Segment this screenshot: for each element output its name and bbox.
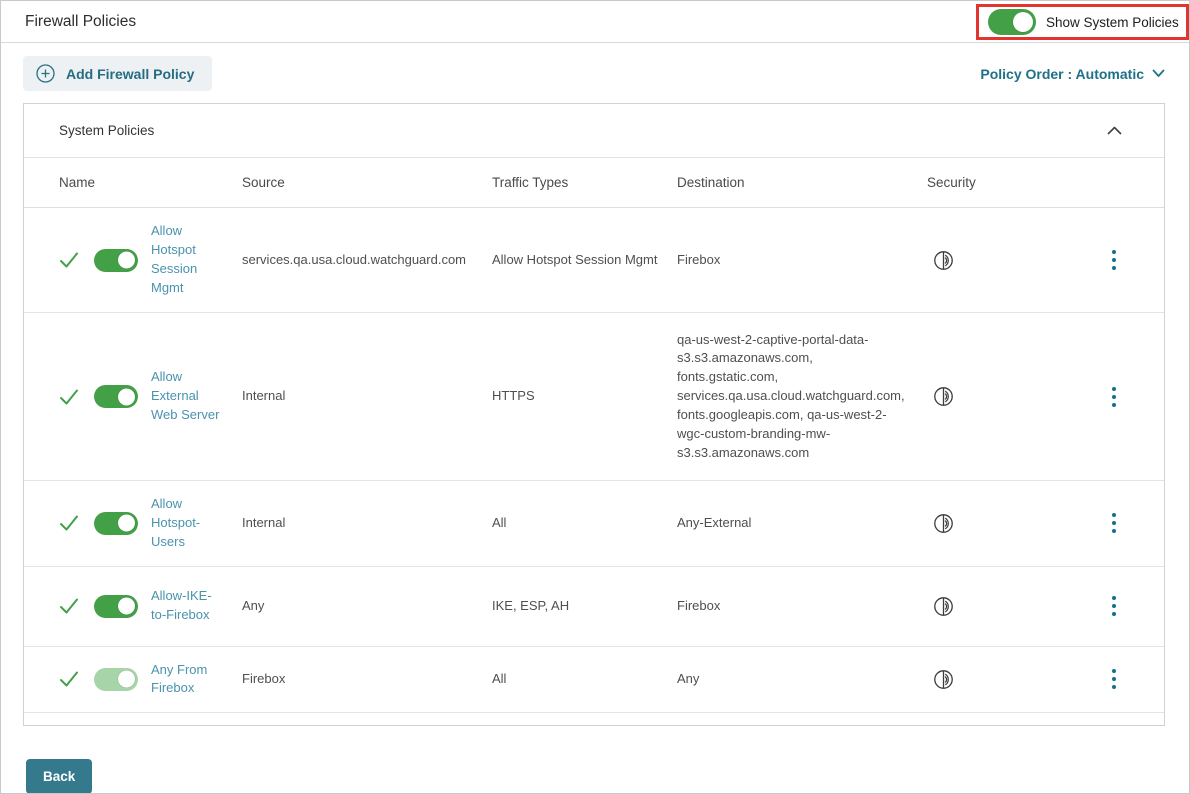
policy-name-cell: Allow Hotspot Session Mgmt — [24, 208, 242, 312]
table-column-headers: Name Source Traffic Types Destination Se… — [24, 158, 1164, 208]
policy-source: Internal — [242, 481, 492, 566]
show-system-policies-toggle[interactable] — [988, 9, 1036, 35]
policy-security-cell — [927, 208, 1064, 312]
toggle-knob — [118, 515, 135, 532]
plus-circle-icon — [36, 64, 55, 83]
proxy-security-icon — [933, 250, 954, 271]
policy-order-label: Policy Order : Automatic — [980, 66, 1144, 82]
policy-source: Firebox — [242, 647, 492, 713]
check-icon — [59, 513, 79, 533]
policy-name-link[interactable]: Any From Firebox — [151, 661, 224, 699]
kebab-menu-icon[interactable] — [1106, 507, 1122, 539]
column-header-name: Name — [24, 158, 242, 207]
chevron-up-icon — [1107, 126, 1122, 135]
policy-security-cell — [927, 481, 1064, 566]
policy-security-cell — [927, 647, 1064, 713]
card-bottom-strip — [24, 713, 1164, 725]
kebab-menu-icon[interactable] — [1106, 590, 1122, 622]
kebab-menu-icon[interactable] — [1106, 381, 1122, 413]
add-firewall-policy-button[interactable]: Add Firewall Policy — [23, 56, 212, 91]
policy-traffic-types: HTTPS — [492, 313, 677, 480]
policy-actions-cell — [1064, 208, 1164, 312]
policy-name-link[interactable]: Allow-IKE-to-Firebox — [151, 587, 224, 625]
page-header: Firewall Policies Show System Policies — [1, 1, 1189, 43]
toolbar: Add Firewall Policy Policy Order : Autom… — [23, 56, 1165, 91]
system-policies-card: System Policies Name Source Traffic Type… — [23, 103, 1165, 726]
kebab-menu-icon[interactable] — [1106, 244, 1122, 276]
policy-source: Any — [242, 567, 492, 646]
annotation-highlight-box: Show System Policies — [976, 4, 1189, 40]
policy-enabled-toggle[interactable] — [94, 385, 138, 408]
table-row: Allow-IKE-to-Firebox AnyIKE, ESP, AHFireb… — [24, 567, 1164, 647]
kebab-menu-icon[interactable] — [1106, 663, 1122, 695]
column-header-security: Security — [927, 158, 1064, 207]
toggle-knob — [118, 388, 135, 405]
column-header-actions — [1064, 158, 1164, 207]
column-header-source: Source — [242, 158, 492, 207]
proxy-security-icon — [933, 596, 954, 617]
policy-security-cell — [927, 567, 1064, 646]
policy-destination: qa-us-west-2-captive-portal-data-s3.s3.a… — [677, 313, 927, 480]
section-title: System Policies — [59, 123, 154, 138]
policy-destination: Any-External — [677, 481, 927, 566]
policy-enabled-toggle[interactable] — [94, 668, 138, 691]
check-icon — [59, 669, 79, 689]
add-firewall-policy-label: Add Firewall Policy — [66, 66, 194, 82]
section-header: System Policies — [24, 104, 1164, 158]
policy-traffic-types: IKE, ESP, AH — [492, 567, 677, 646]
policy-destination: Firebox — [677, 567, 927, 646]
show-system-policies-label: Show System Policies — [1046, 15, 1179, 30]
policy-source: services.qa.usa.cloud.watchguard.com — [242, 208, 492, 312]
proxy-security-icon — [933, 386, 954, 407]
policy-actions-cell — [1064, 481, 1164, 566]
policy-enabled-toggle[interactable] — [94, 249, 138, 272]
policy-name-cell: Allow-IKE-to-Firebox — [24, 567, 242, 646]
policy-traffic-types: All — [492, 647, 677, 713]
check-icon — [59, 250, 79, 270]
policy-name-link[interactable]: Allow External Web Server — [151, 368, 224, 425]
policy-name-cell: Allow External Web Server — [24, 313, 242, 480]
policy-name-link[interactable]: Allow Hotspot Session Mgmt — [151, 222, 224, 297]
policy-actions-cell — [1064, 647, 1164, 713]
policy-destination: Any — [677, 647, 927, 713]
policy-security-cell — [927, 313, 1064, 480]
toggle-knob — [118, 598, 135, 615]
proxy-security-icon — [933, 669, 954, 690]
check-icon — [59, 387, 79, 407]
check-icon — [59, 596, 79, 616]
policy-actions-cell — [1064, 567, 1164, 646]
column-header-traffic-types: Traffic Types — [492, 158, 677, 207]
policy-enabled-toggle[interactable] — [94, 512, 138, 535]
toggle-knob — [118, 671, 135, 688]
table-row: Allow External Web Server InternalHTTPSqa… — [24, 313, 1164, 481]
back-button[interactable]: Back — [26, 759, 92, 794]
collapse-section-button[interactable] — [1103, 122, 1126, 139]
chevron-down-icon — [1152, 69, 1165, 78]
policy-name-link[interactable]: Allow Hotspot-Users — [151, 495, 224, 552]
table-row: Allow Hotspot-Users InternalAllAny-Extern… — [24, 481, 1164, 567]
table-row: Allow Hotspot Session Mgmtservices.qa.us… — [24, 208, 1164, 313]
policy-order-dropdown[interactable]: Policy Order : Automatic — [980, 66, 1165, 82]
policy-name-cell: Any From Firebox — [24, 647, 242, 713]
policy-traffic-types: Allow Hotspot Session Mgmt — [492, 208, 677, 312]
toggle-knob — [1013, 12, 1033, 32]
proxy-security-icon — [933, 513, 954, 534]
page-title: Firewall Policies — [25, 13, 136, 31]
policy-enabled-toggle[interactable] — [94, 595, 138, 618]
policy-source: Internal — [242, 313, 492, 480]
policy-actions-cell — [1064, 313, 1164, 480]
table-row: Any From Firebox FireboxAllAny — [24, 647, 1164, 714]
firewall-policies-page: Firewall Policies Show System Policies A… — [0, 0, 1190, 794]
toggle-knob — [118, 252, 135, 269]
column-header-destination: Destination — [677, 158, 927, 207]
policy-name-cell: Allow Hotspot-Users — [24, 481, 242, 566]
table-body: Allow Hotspot Session Mgmtservices.qa.us… — [24, 208, 1164, 713]
policy-destination: Firebox — [677, 208, 927, 312]
policy-traffic-types: All — [492, 481, 677, 566]
